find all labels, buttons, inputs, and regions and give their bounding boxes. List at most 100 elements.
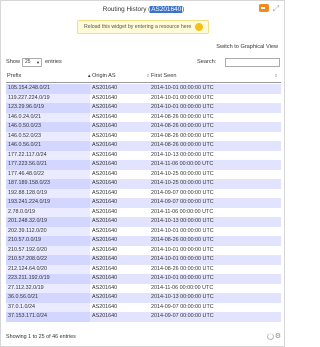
cell-origin-as: AS201640 <box>92 218 118 224</box>
cell-first-seen: 2014-10-25 00:00:00 UTC <box>151 180 214 186</box>
cell-first-seen: 2014-08-26 00:00:00 UTC <box>151 132 214 139</box>
table-row: 105.154.248.0/21 AS201640 2014-10-01 00:00… <box>6 84 281 94</box>
cell-first-seen: 2014-10-01 00:00:00 UTC <box>151 85 214 91</box>
cell-prefix: 146.0.50.0/23 <box>6 122 90 132</box>
cell-origin-as: AS201640 <box>92 265 118 272</box>
info-bulb-icon <box>195 23 203 31</box>
cell-first-seen: 2014-11-06 00:00:00 UTC <box>151 161 214 167</box>
table-row: 119.227.224.0/19 AS201640 2014-10-01 00:00… <box>6 93 281 103</box>
cell-prefix: 193.241.224.0/19 <box>6 198 90 208</box>
cell-prefix: 201.248.32.0/19 <box>6 217 90 227</box>
cell-first-seen: 2014-10-13 00:00:00 UTC <box>151 294 214 300</box>
cell-prefix: 146.0.56.0/21 <box>6 141 90 151</box>
cell-first-seen: 2014-08-26 00:00:00 UTC <box>151 142 214 148</box>
table-row: 212.124.64.0/20 AS201640 2014-08-26 00:00:… <box>6 264 281 274</box>
table-row: 223.211.192.0/19 AS201640 2014-10-01 00:00… <box>6 274 281 284</box>
cell-origin-as: AS201640 <box>92 85 118 91</box>
page-size-value: 25 <box>25 59 31 65</box>
cell-origin-as: AS201640 <box>92 142 118 148</box>
table-row: 146.0.50.0/23 AS201640 2014-08-26 00:00:00… <box>6 122 281 132</box>
cell-prefix: 192.88.128.0/19 <box>6 188 90 198</box>
cell-first-seen: 2014-09-07 00:00:00 UTC <box>151 199 214 205</box>
table-header: Prefix ▲ Origin AS ⇕ First Seen ⇕ <box>6 70 281 83</box>
cell-first-seen: 2014-10-01 00:00:00 UTC <box>151 246 214 253</box>
column-header-first-seen[interactable]: First Seen <box>151 73 177 79</box>
table-row: 177.46.48.0/22 AS201640 2014-10-25 00:00:0… <box>6 169 281 179</box>
table-row: 210.57.192.0/20 AS201640 2014-10-01 00:00:… <box>6 245 281 255</box>
cell-origin-as: AS201640 <box>92 104 118 110</box>
table-row: 210.57.208.0/22 AS201640 2014-10-01 00:00:… <box>6 255 281 265</box>
cell-prefix: 2.78.0.0/19 <box>6 207 90 217</box>
show-label: Show <box>6 59 20 65</box>
cell-origin-as: AS201640 <box>92 256 118 262</box>
gear-icon[interactable]: ⚙ <box>275 333 281 340</box>
cell-origin-as: AS201640 <box>92 246 118 253</box>
cell-first-seen: 2014-11-06 00:00:00 UTC <box>151 208 214 215</box>
table-row: 2.78.0.0/19 AS201640 2014-11-06 00:00:00 U… <box>6 207 281 217</box>
cell-prefix: 37.0.1.0/24 <box>6 302 90 312</box>
table-controls: Show 25 ▼ entries Search: <box>6 57 281 69</box>
cell-prefix: 119.227.224.0/19 <box>6 93 90 103</box>
cell-prefix: 146.0.24.0/21 <box>6 112 90 122</box>
widget-header: Routing History (AS201640) ⤢ <box>1 3 286 17</box>
cell-origin-as: AS201640 <box>92 94 118 101</box>
switch-graphical-view-link[interactable]: Switch to Graphical View <box>216 44 278 50</box>
cell-first-seen: 2014-10-13 00:00:00 UTC <box>151 151 214 158</box>
search-input[interactable] <box>225 58 280 67</box>
table-row: 123.29.96.0/19 AS201640 2014-10-01 00:00:0… <box>6 103 281 113</box>
table-row: 37.0.1.0/24 AS201640 2014-09-07 00:00:00 U… <box>6 302 281 312</box>
reload-notice[interactable]: Reload this widget by entering a resourc… <box>77 20 209 34</box>
table-row: 177.223.56.0/21 AS201640 2014-11-06 00:00:… <box>6 160 281 170</box>
entries-label: entries <box>45 59 62 65</box>
cell-prefix: 146.0.52.0/23 <box>6 131 90 141</box>
cell-prefix: 210.57.208.0/22 <box>6 255 90 265</box>
cell-origin-as: AS201640 <box>92 294 118 300</box>
cell-first-seen: 2014-09-07 00:00:00 UTC <box>151 303 214 310</box>
title-prefix: Routing History ( <box>102 6 151 13</box>
widget-menu-icon[interactable] <box>259 4 269 12</box>
cell-first-seen: 2014-09-07 00:00:00 UTC <box>151 189 214 196</box>
cell-origin-as: AS201640 <box>92 123 118 129</box>
cell-first-seen: 2014-08-26 00:00:00 UTC <box>151 265 214 272</box>
cell-prefix: 210.57.192.0/20 <box>6 245 90 255</box>
table-row: 146.0.24.0/21 AS201640 2014-08-26 00:00:00… <box>6 112 281 122</box>
table-row: 27.112.32.0/19 AS201640 2014-11-06 00:00:0… <box>6 283 281 293</box>
cell-origin-as: AS201640 <box>92 189 118 196</box>
cell-first-seen: 2014-11-06 00:00:00 UTC <box>151 284 214 291</box>
chevron-down-icon: ▼ <box>36 60 40 65</box>
cell-origin-as: AS201640 <box>92 180 118 186</box>
table-body: 105.154.248.0/21 AS201640 2014-10-01 00:00… <box>6 84 281 322</box>
cell-prefix: 177.46.48.0/22 <box>6 169 90 179</box>
cell-first-seen: 2014-08-26 00:00:00 UTC <box>151 113 214 120</box>
title-asn: AS201640 <box>150 6 183 13</box>
cell-origin-as: AS201640 <box>92 208 118 215</box>
column-header-prefix[interactable]: Prefix <box>7 73 21 79</box>
table-info: Showing 1 to 25 of 46 entries <box>6 334 76 340</box>
cell-prefix: 223.211.192.0/19 <box>6 274 90 284</box>
table-row: 201.248.32.0/19 AS201640 2014-10-13 00:00:… <box>6 217 281 227</box>
cell-origin-as: AS201640 <box>92 113 118 120</box>
cell-origin-as: AS201640 <box>92 275 118 281</box>
sort-ascending-icon[interactable]: ▲ <box>87 73 91 78</box>
search-label: Search: <box>197 59 217 65</box>
column-header-origin-as[interactable]: Origin AS <box>92 73 116 79</box>
sort-both-icon[interactable]: ⇕ <box>146 73 150 79</box>
reload-notice-text: Reload this widget by entering a resourc… <box>84 24 192 30</box>
cell-origin-as: AS201640 <box>92 237 118 243</box>
cell-origin-as: AS201640 <box>92 151 118 158</box>
cell-first-seen: 2014-10-25 00:00:00 UTC <box>151 170 214 177</box>
cell-prefix: 36.0.56.0/21 <box>6 293 90 303</box>
sort-both-icon[interactable]: ⇕ <box>274 73 278 79</box>
cell-first-seen: 2014-09-07 00:00:00 UTC <box>151 313 214 319</box>
cell-first-seen: 2014-10-01 00:00:00 UTC <box>151 275 214 281</box>
cell-first-seen: 2014-10-01 00:00:00 UTC <box>151 227 214 234</box>
page-size-select[interactable]: 25 ▼ <box>22 58 42 67</box>
table-row: 192.88.128.0/19 AS201640 2014-09-07 00:00:… <box>6 188 281 198</box>
cell-origin-as: AS201640 <box>92 284 118 291</box>
table-row: 146.0.52.0/23 AS201640 2014-08-26 00:00:00… <box>6 131 281 141</box>
cell-first-seen: 2014-10-13 00:00:00 UTC <box>151 218 214 224</box>
cell-origin-as: AS201640 <box>92 132 118 139</box>
expand-icon[interactable]: ⤢ <box>271 4 281 13</box>
table-row: 210.57.0.0/19 AS201640 2014-08-26 00:00:00… <box>6 236 281 246</box>
title-suffix: ) <box>182 6 185 13</box>
